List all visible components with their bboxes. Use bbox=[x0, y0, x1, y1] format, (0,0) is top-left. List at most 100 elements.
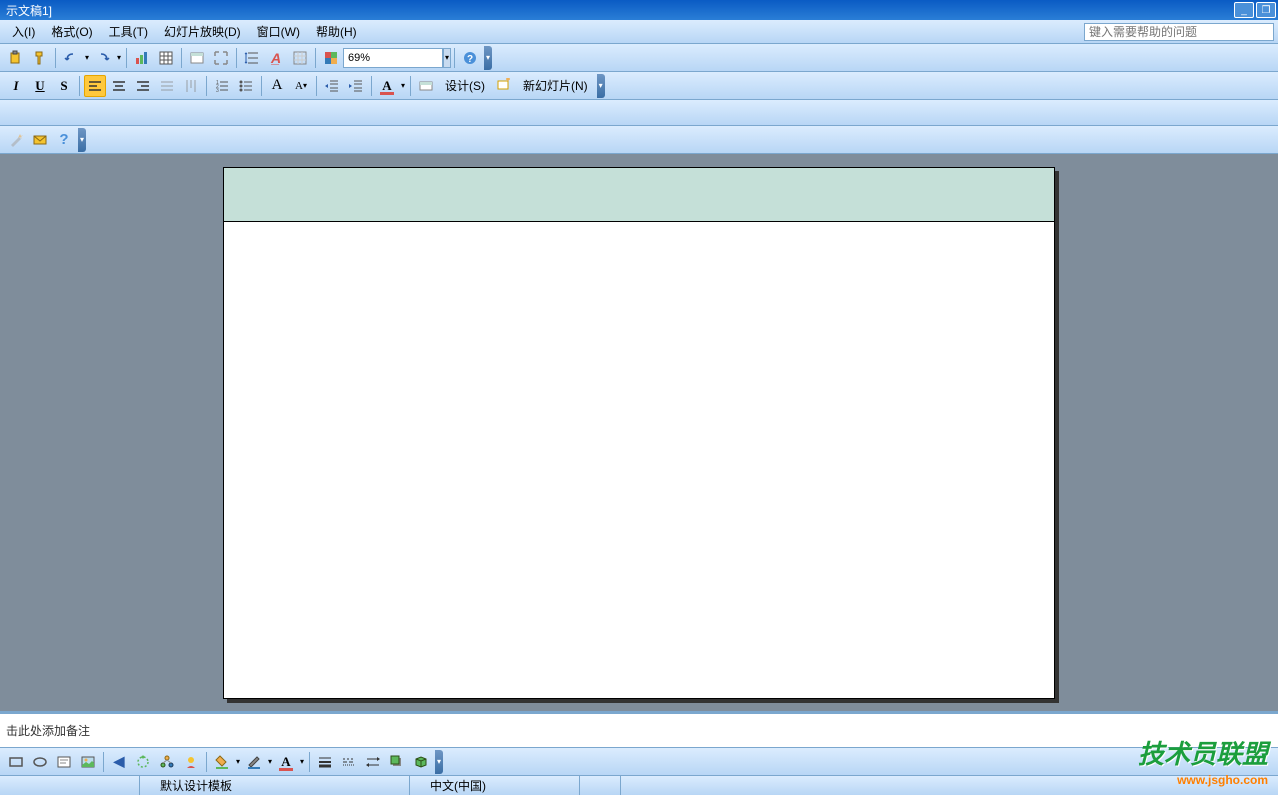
status-template: 默认设计模板 bbox=[140, 776, 410, 795]
font-color-button[interactable]: A bbox=[376, 75, 398, 97]
autoshapes-button[interactable]: ◀ bbox=[108, 751, 130, 773]
undo-dropdown[interactable]: ▾ bbox=[83, 47, 91, 69]
design-button[interactable]: 设计(S) bbox=[438, 75, 492, 97]
increase-font-button[interactable]: A bbox=[266, 75, 288, 97]
separator bbox=[315, 48, 316, 68]
drawing-toolbar: ◀ ▾ ▾ A ▾ ▾ bbox=[0, 747, 1278, 775]
decrease-indent-button[interactable] bbox=[321, 75, 343, 97]
expand-button[interactable] bbox=[210, 47, 232, 69]
picture-tool[interactable] bbox=[77, 751, 99, 773]
align-center-button[interactable] bbox=[108, 75, 130, 97]
fill-color-dropdown[interactable]: ▾ bbox=[234, 751, 242, 773]
separator bbox=[103, 752, 104, 772]
separator bbox=[261, 76, 262, 96]
separator bbox=[410, 76, 411, 96]
slide-canvas[interactable] bbox=[223, 167, 1055, 699]
status-spellcheck-icon[interactable] bbox=[580, 776, 621, 795]
bullet-list-button[interactable] bbox=[235, 75, 257, 97]
fill-color-button[interactable] bbox=[211, 751, 233, 773]
chart-button[interactable] bbox=[131, 47, 153, 69]
menu-window[interactable]: 窗口(W) bbox=[249, 21, 308, 42]
separator bbox=[126, 48, 127, 68]
menu-help[interactable]: 帮助(H) bbox=[308, 21, 365, 42]
toolbar-options-4[interactable]: ▾ bbox=[435, 750, 443, 774]
font-color-draw-dropdown[interactable]: ▾ bbox=[298, 751, 306, 773]
strikethrough-button[interactable]: S bbox=[53, 75, 75, 97]
window-buttons: _ ❐ bbox=[1234, 2, 1276, 18]
dash-style-button[interactable] bbox=[338, 751, 360, 773]
menu-format[interactable]: 格式(O) bbox=[43, 21, 100, 42]
standard-toolbar: ▾ ▾ A̲ ▾ ? ▾ bbox=[0, 44, 1278, 72]
new-slide-button[interactable]: 新幻灯片(N) bbox=[516, 75, 595, 97]
arrow-style-button[interactable] bbox=[362, 751, 384, 773]
slide-editor bbox=[0, 154, 1278, 711]
status-bar: 默认设计模板 中文(中国) bbox=[0, 775, 1278, 795]
separator bbox=[316, 76, 317, 96]
line-color-button[interactable] bbox=[243, 751, 265, 773]
toolbar-options[interactable]: ▾ bbox=[484, 46, 492, 70]
show-formatting-button[interactable]: A̲ bbox=[265, 47, 287, 69]
zoom-dropdown[interactable]: ▾ bbox=[443, 48, 451, 68]
svg-text:?: ? bbox=[467, 54, 473, 65]
slide-title-placeholder[interactable] bbox=[224, 168, 1054, 222]
font-color-draw-button[interactable]: A bbox=[275, 751, 297, 773]
line-weight-button[interactable] bbox=[314, 751, 336, 773]
textbox-tool[interactable] bbox=[53, 751, 75, 773]
insert-slide-button[interactable] bbox=[186, 47, 208, 69]
separator bbox=[79, 76, 80, 96]
menu-tools[interactable]: 工具(T) bbox=[101, 21, 156, 42]
numbered-list-button[interactable]: 123 bbox=[211, 75, 233, 97]
shadow-button[interactable] bbox=[386, 751, 408, 773]
svg-text:3: 3 bbox=[216, 88, 219, 94]
paragraph-spacing-button[interactable] bbox=[241, 47, 263, 69]
mail-button[interactable] bbox=[29, 129, 51, 151]
font-color-dropdown[interactable]: ▾ bbox=[399, 75, 407, 97]
diagram-button[interactable] bbox=[156, 751, 178, 773]
paste-button[interactable] bbox=[5, 47, 27, 69]
zoom-input[interactable] bbox=[343, 48, 443, 68]
decrease-font-button[interactable]: A▾ bbox=[290, 75, 312, 97]
help-search-input[interactable] bbox=[1084, 23, 1274, 41]
oval-tool[interactable] bbox=[29, 751, 51, 773]
formatting-toolbar: I U S 123 A A▾ A ▾ 设计(S) 新幻灯片(N) ▾ bbox=[0, 72, 1278, 100]
separator bbox=[309, 752, 310, 772]
clipart-button[interactable] bbox=[180, 751, 202, 773]
highlight-button[interactable] bbox=[415, 75, 437, 97]
align-right-button[interactable] bbox=[132, 75, 154, 97]
line-color-dropdown[interactable]: ▾ bbox=[266, 751, 274, 773]
rectangle-tool[interactable] bbox=[5, 751, 27, 773]
justify-button[interactable] bbox=[156, 75, 178, 97]
align-left-button[interactable] bbox=[84, 75, 106, 97]
italic-button[interactable]: I bbox=[5, 75, 27, 97]
undo-button[interactable] bbox=[60, 47, 82, 69]
help-button[interactable]: ? bbox=[459, 47, 481, 69]
help-icon-button[interactable]: ? bbox=[53, 129, 75, 151]
magic-button[interactable] bbox=[5, 129, 27, 151]
menu-bar: 入(I) 格式(O) 工具(T) 幻灯片放映(D) 窗口(W) 帮助(H) bbox=[0, 20, 1278, 44]
grid-button[interactable] bbox=[289, 47, 311, 69]
new-slide-icon[interactable] bbox=[493, 75, 515, 97]
rotate-button[interactable] bbox=[132, 751, 154, 773]
color-button[interactable] bbox=[320, 47, 342, 69]
redo-button[interactable] bbox=[92, 47, 114, 69]
restore-button[interactable]: ❐ bbox=[1256, 2, 1276, 18]
redo-dropdown[interactable]: ▾ bbox=[115, 47, 123, 69]
status-language: 中文(中国) bbox=[410, 776, 580, 795]
menu-insert[interactable]: 入(I) bbox=[4, 21, 43, 42]
separator bbox=[206, 76, 207, 96]
format-painter-button[interactable] bbox=[29, 47, 51, 69]
notes-placeholder: 击此处添加备注 bbox=[6, 724, 90, 738]
notes-pane[interactable]: 击此处添加备注 bbox=[0, 711, 1278, 747]
toolbar-options-2[interactable]: ▾ bbox=[597, 74, 605, 98]
table-button[interactable] bbox=[155, 47, 177, 69]
menu-slideshow[interactable]: 幻灯片放映(D) bbox=[156, 21, 249, 42]
toolbar-options-3[interactable]: ▾ bbox=[78, 128, 86, 152]
increase-indent-button[interactable] bbox=[345, 75, 367, 97]
toolbar-spacer bbox=[0, 100, 1278, 126]
minimize-button[interactable]: _ bbox=[1234, 2, 1254, 18]
separator bbox=[236, 48, 237, 68]
underline-button[interactable]: U bbox=[29, 75, 51, 97]
3d-button[interactable] bbox=[410, 751, 432, 773]
reviewing-toolbar: ? ▾ bbox=[0, 126, 1278, 154]
text-direction-button[interactable] bbox=[180, 75, 202, 97]
